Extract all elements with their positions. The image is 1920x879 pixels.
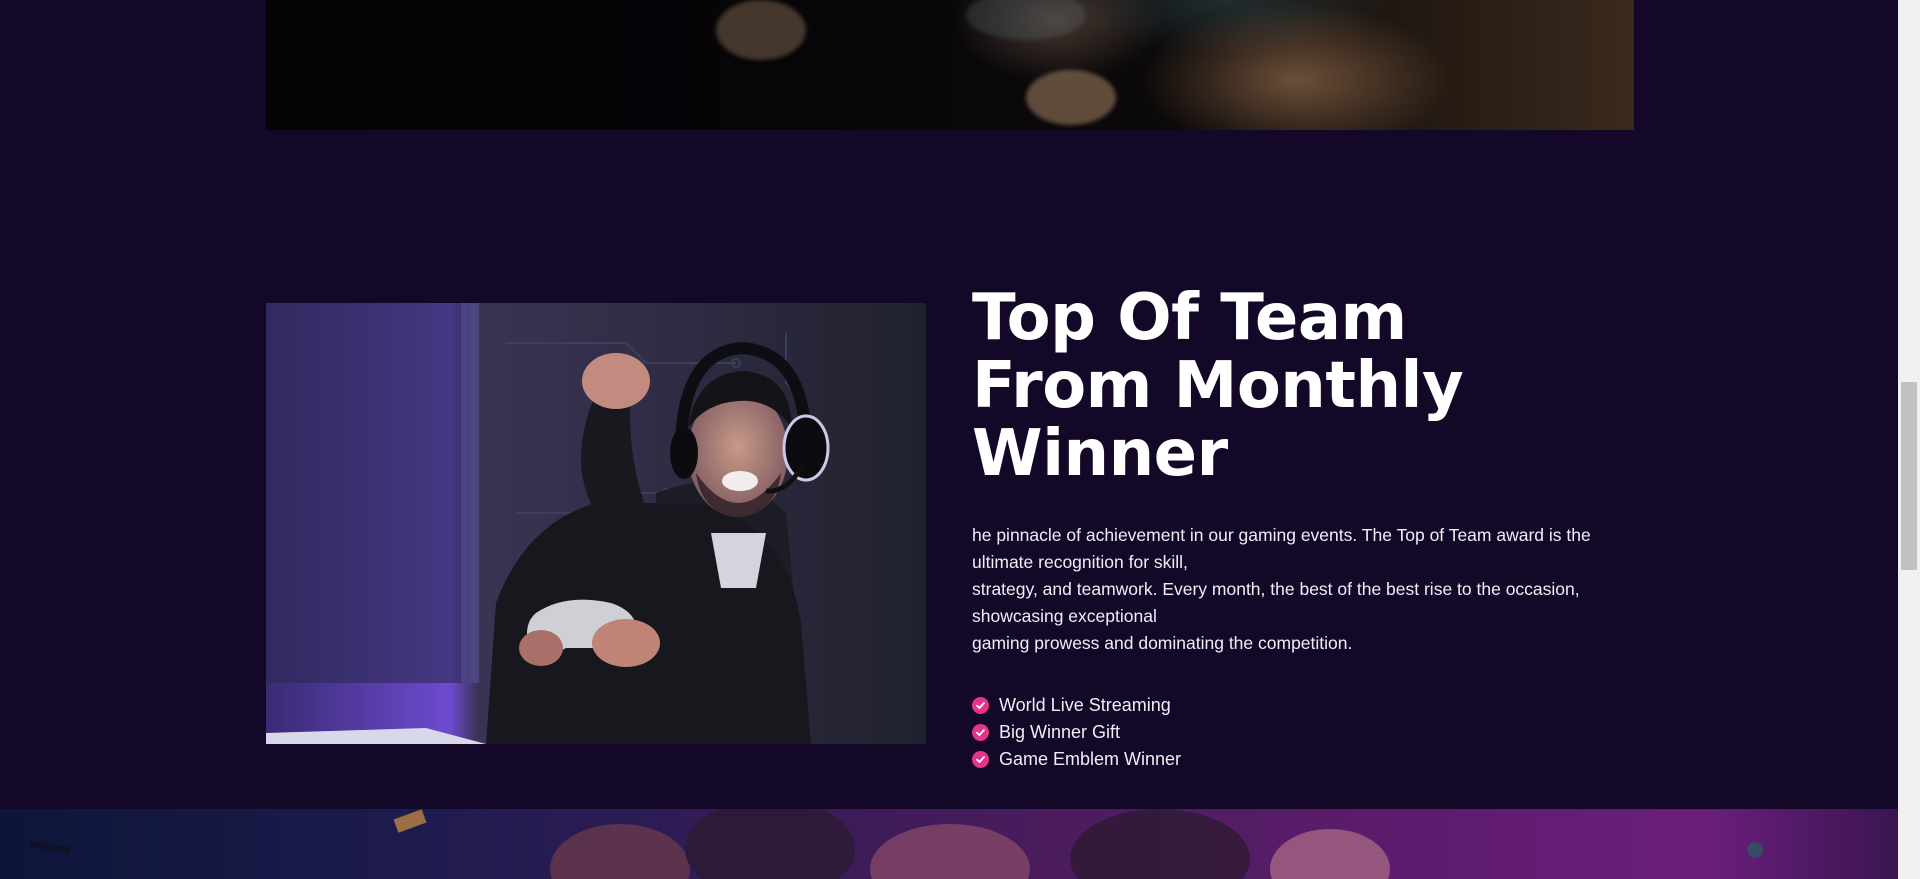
feature-item-world-live-streaming: World Live Streaming	[972, 692, 1181, 719]
title-line-1: Top Of Team	[972, 281, 1407, 355]
feature-item-big-winner-gift: Big Winner Gift	[972, 719, 1181, 746]
top-section-image	[266, 0, 1634, 130]
description-line-1: he pinnacle of achievement in our gaming…	[972, 525, 1591, 572]
feature-item-label: Big Winner Gift	[999, 722, 1121, 742]
description-line-3: gaming prowess and dominating the compet…	[972, 633, 1353, 653]
section-title: Top Of Team From Monthly Winner	[972, 284, 1532, 488]
feature-item-game-emblem-winner: Game Emblem Winner	[972, 746, 1181, 773]
feature-list: World Live Streaming Big Winner Gift Gam…	[972, 692, 1181, 773]
feature-item-label: World Live Streaming	[999, 695, 1171, 715]
title-line-3: Winner	[972, 417, 1228, 491]
page: Top Of Team From Monthly Winner he pinna…	[0, 0, 1920, 879]
bottom-section-image	[0, 809, 1898, 879]
check-circle-icon	[972, 751, 989, 768]
section-description: he pinnacle of achievement in our gaming…	[972, 522, 1612, 657]
feature-item-label: Game Emblem Winner	[999, 749, 1182, 769]
vertical-scrollbar[interactable]	[1898, 0, 1920, 879]
gamer-celebrating-image	[266, 303, 926, 744]
check-circle-icon	[972, 697, 989, 714]
description-line-2: strategy, and teamwork. Every month, the…	[972, 579, 1580, 626]
scrollbar-thumb[interactable]	[1901, 382, 1917, 570]
check-circle-icon	[972, 724, 989, 741]
title-line-2: From Monthly	[972, 349, 1464, 423]
